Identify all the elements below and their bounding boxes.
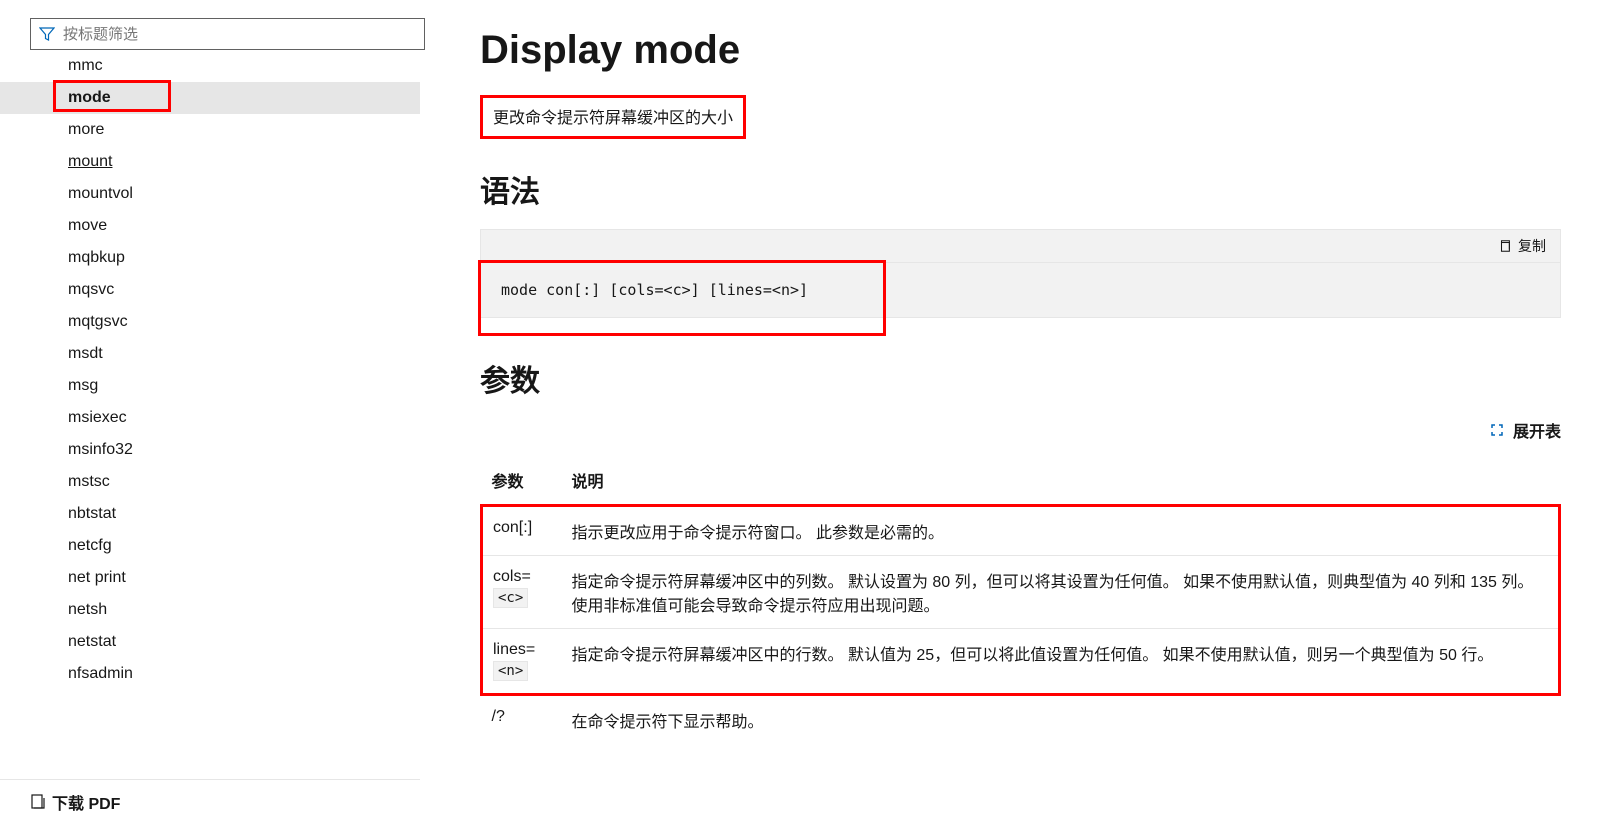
syntax-heading: 语法 (480, 167, 1561, 211)
sidebar-item-nfsadmin[interactable]: nfsadmin (0, 658, 420, 690)
expand-table-button[interactable]: 展开表 (480, 418, 1561, 442)
expand-label: 展开表 (1513, 418, 1561, 442)
sidebar: mmcmodemoremountmountvolmovemqbkupmqsvcm… (0, 0, 420, 824)
sidebar-item-net-print[interactable]: net print (0, 562, 420, 594)
param-desc: 在命令提示符下显示帮助。 (562, 695, 1560, 745)
download-pdf[interactable]: 下载 PDF (0, 779, 420, 824)
param-name: cols=<c> (482, 556, 562, 629)
sidebar-item-mmc[interactable]: mmc (0, 60, 420, 82)
sidebar-item-msdt[interactable]: msdt (0, 338, 420, 370)
table-header-param: 参数 (482, 456, 562, 506)
table-header-desc: 说明 (562, 456, 1560, 506)
table-row: cols=<c>指定命令提示符屏幕缓冲区中的列数。 默认设置为 80 列，但可以… (482, 556, 1560, 629)
sidebar-item-mqbkup[interactable]: mqbkup (0, 242, 420, 274)
sidebar-item-mode[interactable]: mode (0, 82, 420, 114)
main-content: Display mode 更改命令提示符屏幕缓冲区的大小 语法 复制 mode … (420, 0, 1601, 824)
page-title: Display mode (480, 28, 1561, 73)
sidebar-item-mountvol[interactable]: mountvol (0, 178, 420, 210)
page-description: 更改命令提示符屏幕缓冲区的大小 (493, 104, 733, 130)
sidebar-item-mstsc[interactable]: mstsc (0, 466, 420, 498)
table-row: con[:]指示更改应用于命令提示符窗口。 此参数是必需的。 (482, 506, 1560, 556)
sidebar-item-mount[interactable]: mount (0, 146, 420, 178)
sidebar-item-msg[interactable]: msg (0, 370, 420, 402)
copy-button[interactable]: 复制 (1498, 236, 1546, 256)
param-name: /? (482, 695, 562, 745)
pdf-icon (30, 794, 46, 810)
sidebar-item-msiexec[interactable]: msiexec (0, 402, 420, 434)
param-name: lines=<n> (482, 629, 562, 695)
param-desc: 指示更改应用于命令提示符窗口。 此参数是必需的。 (562, 506, 1560, 556)
table-row: lines=<n>指定命令提示符屏幕缓冲区中的行数。 默认值为 25，但可以将此… (482, 629, 1560, 695)
sidebar-item-mqsvc[interactable]: mqsvc (0, 274, 420, 306)
nav-list[interactable]: mmcmodemoremountmountvolmovemqbkupmqsvcm… (0, 60, 420, 779)
sidebar-item-nbtstat[interactable]: nbtstat (0, 498, 420, 530)
copy-label: 复制 (1518, 236, 1546, 256)
expand-icon (1489, 422, 1505, 438)
sidebar-item-mqtgsvc[interactable]: mqtgsvc (0, 306, 420, 338)
annotation-highlight: 更改命令提示符屏幕缓冲区的大小 (480, 95, 746, 139)
params-heading: 参数 (480, 356, 1561, 400)
param-desc: 指定命令提示符屏幕缓冲区中的列数。 默认设置为 80 列，但可以将其设置为任何值… (562, 556, 1560, 629)
sidebar-item-netcfg[interactable]: netcfg (0, 530, 420, 562)
filter-input[interactable] (63, 26, 416, 43)
sidebar-item-netsh[interactable]: netsh (0, 594, 420, 626)
code-block-wrapper: 复制 mode con[:] [cols=<c>] [lines=<n>] (480, 229, 1561, 318)
params-table: 参数 说明 con[:]指示更改应用于命令提示符窗口。 此参数是必需的。cols… (480, 456, 1561, 744)
filter-icon (39, 26, 55, 42)
table-row: /?在命令提示符下显示帮助。 (482, 695, 1560, 745)
copy-icon (1498, 239, 1512, 253)
download-pdf-label: 下载 PDF (52, 790, 120, 814)
sidebar-item-move[interactable]: move (0, 210, 420, 242)
sidebar-item-more[interactable]: more (0, 114, 420, 146)
sidebar-item-msinfo32[interactable]: msinfo32 (0, 434, 420, 466)
param-desc: 指定命令提示符屏幕缓冲区中的行数。 默认值为 25，但可以将此值设置为任何值。 … (562, 629, 1560, 695)
filter-box[interactable] (30, 18, 425, 50)
param-name: con[:] (482, 506, 562, 556)
syntax-code: mode con[:] [cols=<c>] [lines=<n>] (480, 262, 1561, 318)
sidebar-item-netstat[interactable]: netstat (0, 626, 420, 658)
